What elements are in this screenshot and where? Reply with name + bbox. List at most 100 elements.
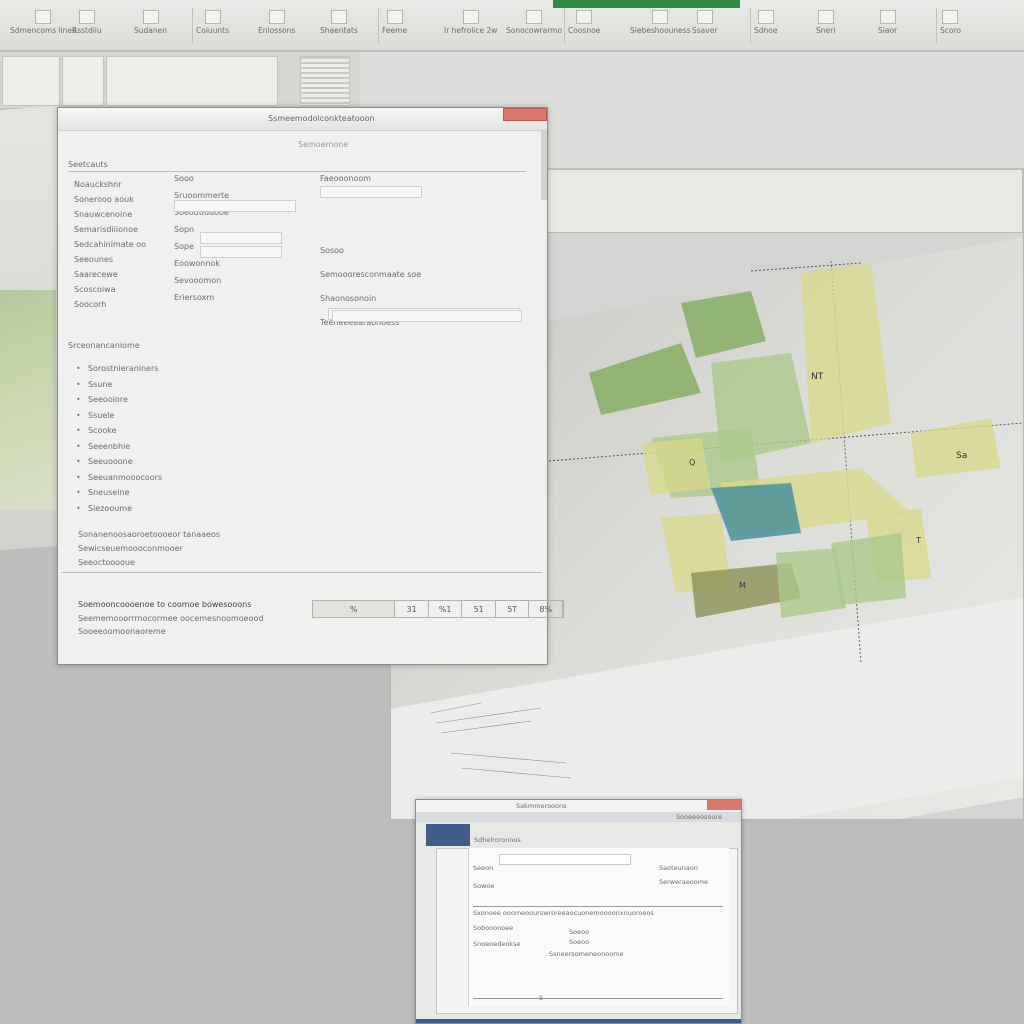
bullet-icon: • <box>76 441 81 451</box>
chart-block[interactable] <box>911 418 1001 478</box>
active-tab-accent[interactable] <box>553 0 740 8</box>
divider <box>62 572 542 573</box>
ribbon-button[interactable]: Sneri <box>816 10 835 44</box>
ribbon-button[interactable]: Enlossons <box>258 10 295 44</box>
page-thumbnail[interactable] <box>62 56 104 106</box>
close-button[interactable] <box>503 108 547 121</box>
ribbon-button[interactable]: Ssaver <box>692 10 717 44</box>
field-label: Sowoe <box>473 882 495 890</box>
list-item[interactable]: Ssune <box>88 380 112 389</box>
active-tab[interactable] <box>426 824 470 846</box>
footnote: Sewicseuemoooconmooer <box>78 544 183 553</box>
secondary-dialog[interactable]: Sakmmerooons Sooeeeosoure Sdhelroronnos … <box>415 799 742 1024</box>
dialog-title: Ssmeemodolconkteatooon <box>268 114 375 123</box>
ribbon-button[interactable]: Feeme <box>382 10 407 44</box>
page-thumbnail[interactable] <box>106 56 278 106</box>
setting-label: Sonerooo aouk <box>74 195 134 204</box>
doc-icon <box>696 10 713 24</box>
list-item[interactable]: Scooke <box>88 426 117 435</box>
ribbon-separator <box>192 8 193 44</box>
list-item[interactable]: Seeenbhie <box>88 442 130 451</box>
secondary-dialog-title: Sakmmerooons <box>516 802 567 810</box>
ribbon-button[interactable]: Scoro <box>940 10 961 44</box>
ribbon-button-label: Coosnoe <box>568 26 601 35</box>
divider <box>68 171 526 172</box>
footnote: Seeoctooooue <box>78 558 135 567</box>
table-cell: 8% <box>529 601 563 617</box>
right-label: Shaonosonoin <box>320 294 377 303</box>
ribbon-button[interactable]: Sudanen <box>134 10 167 44</box>
table-cell: %1 <box>429 601 463 617</box>
chart-icon <box>268 10 285 24</box>
list-item[interactable]: Sorostnieraniners <box>88 364 158 373</box>
table-cell: 51 <box>462 601 496 617</box>
scrollbar[interactable] <box>541 130 547 200</box>
chart-block[interactable] <box>589 343 701 415</box>
list-item[interactable]: Seeuooone <box>88 457 133 466</box>
ribbon-button-label: Coiuunts <box>196 26 230 35</box>
field-label: Snoeoedeokse <box>473 940 521 948</box>
value-field[interactable] <box>200 232 282 244</box>
dialog-titlebar[interactable]: Ssmeemodolconkteatooon <box>58 108 547 131</box>
value-field[interactable] <box>174 200 296 212</box>
chart-label: Sa <box>956 451 967 461</box>
ribbon-button[interactable]: Rsstdiiu <box>72 10 102 44</box>
ribbon-button[interactable]: Siebeshoouness <box>630 10 691 44</box>
chart-block[interactable] <box>801 263 891 443</box>
doc-icon <box>78 10 95 24</box>
ribbon-button[interactable]: Shaentats <box>320 10 358 44</box>
radio-option[interactable]: Soeoo <box>569 938 589 946</box>
setting-value: Sopn <box>174 225 195 234</box>
settings-dialog[interactable]: Ssmeemodolconkteatooon Semoemone Seetcau… <box>57 107 564 665</box>
close-button[interactable] <box>707 800 741 810</box>
field-label: Sobooonoee <box>473 924 514 932</box>
setting-label: Scoscoiwa <box>74 285 116 294</box>
chart-block[interactable] <box>711 483 801 541</box>
doc-icon <box>462 10 479 24</box>
table-cell: 5T <box>496 601 530 617</box>
setting-value: Sope <box>174 242 194 251</box>
ribbon-button-label: Rsstdiiu <box>72 26 102 35</box>
ribbon-button-label: Sneri <box>816 26 836 35</box>
chart-label: T <box>915 536 921 545</box>
ribbon-button[interactable]: Coosnoe <box>568 10 600 44</box>
list-icon <box>652 10 669 24</box>
summary-title: Soemooncoooenoe to coomoe bowesooons <box>78 600 252 609</box>
ribbon-button[interactable]: Sonocowrarmo <box>506 10 562 44</box>
field-label: Saoteunaon <box>659 864 698 872</box>
chart-block[interactable] <box>776 548 846 618</box>
setting-value: Eoowonnok <box>174 259 220 268</box>
page-thumbnail[interactable] <box>300 56 350 106</box>
field-label: Serweraeoome <box>659 878 709 886</box>
right-column-heading: Faeooonoom <box>320 174 372 183</box>
dialog-subtitle: Semoemone <box>298 140 349 149</box>
value-field[interactable] <box>332 310 522 322</box>
ribbon-button-label: Ssaver <box>692 26 718 35</box>
list-item[interactable]: Ssuele <box>88 411 114 420</box>
table-cell: % <box>313 601 396 617</box>
ribbon-button[interactable]: Coiuunts <box>196 10 229 44</box>
ribbon-button[interactable]: Sdmencoms lines <box>10 10 76 44</box>
ribbon-button[interactable]: Ir hefrolice 2w <box>444 10 497 44</box>
radio-option[interactable]: Soeoo <box>569 928 589 936</box>
chart-block[interactable] <box>641 438 711 495</box>
page-thumbnail[interactable] <box>2 56 60 106</box>
list-item[interactable]: Seeooiore <box>88 395 128 404</box>
list-item[interactable]: Seeuanmooocoors <box>88 473 162 482</box>
note-text: Sxonoee ooomeoourswroreeaocuonemoooonxnu… <box>473 909 654 917</box>
ribbon-button[interactable]: Siaor <box>878 10 897 44</box>
bullet-icon: • <box>76 426 81 435</box>
ribbon-button[interactable]: Sdnoe <box>754 10 777 44</box>
footnote: Sonanenoosaoroetoooeor tanaaeos <box>78 530 221 539</box>
table-icon <box>34 10 51 24</box>
right-field[interactable] <box>320 186 422 198</box>
field-label: Seeon <box>473 864 494 872</box>
text-field[interactable] <box>499 854 631 865</box>
chart-block[interactable] <box>681 291 766 358</box>
value-field[interactable] <box>200 246 282 258</box>
list-item[interactable]: Siezooume <box>88 504 132 513</box>
setting-label: Snauwcenoine <box>74 210 133 219</box>
tab-label[interactable]: Sdhelroronnos <box>474 836 521 844</box>
list-item[interactable]: Sneuseine <box>88 488 129 497</box>
list-heading: Srceonancaniome <box>68 341 140 350</box>
